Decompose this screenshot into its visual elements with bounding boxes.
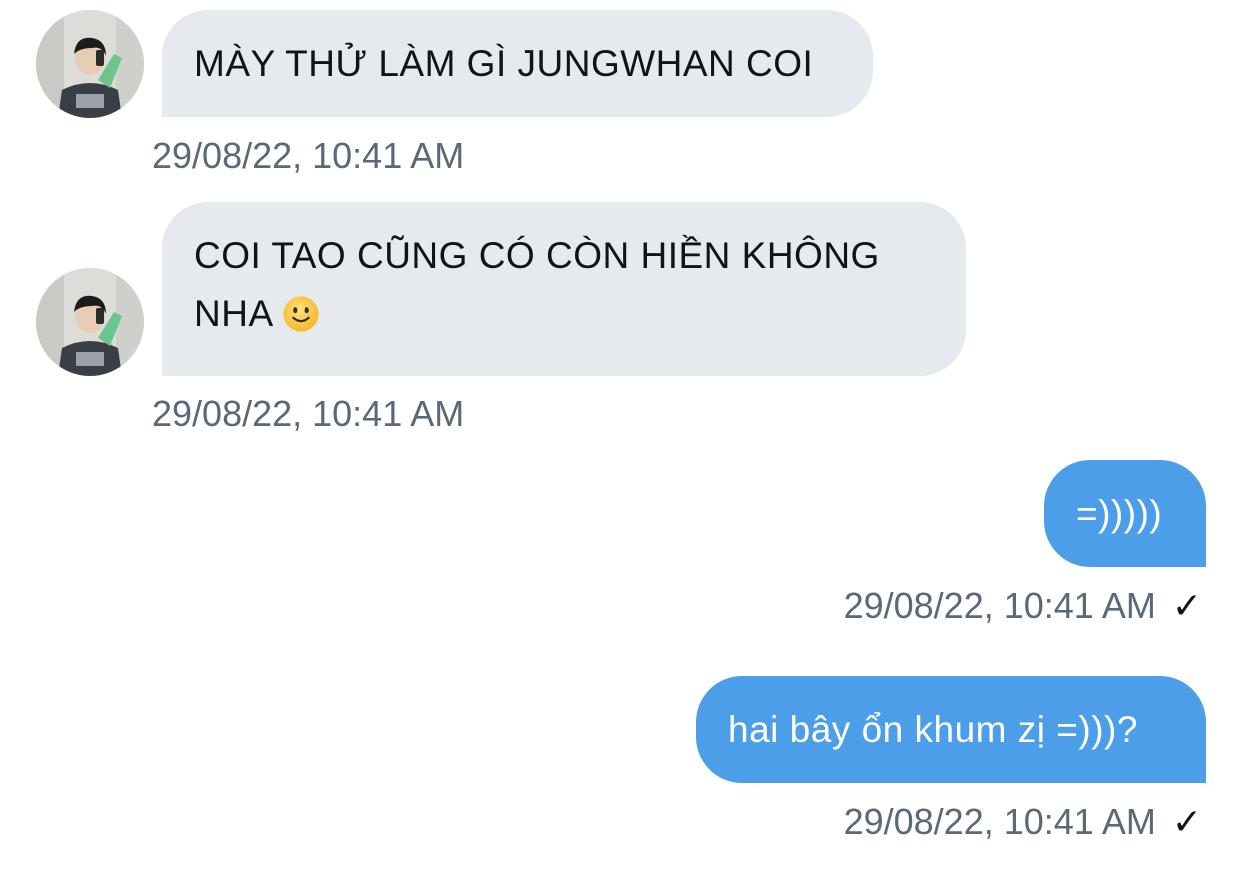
message-timestamp: 29/08/22, 10:41 AM <box>152 393 465 434</box>
message-text: hai bây ổn khum zị =)))? <box>728 709 1138 750</box>
outgoing-message-bubble[interactable]: hai bây ổn khum zị =)))? <box>696 676 1206 783</box>
slightly-smiling-face-icon <box>283 296 319 332</box>
message-timestamp: 29/08/22, 10:41 AM <box>843 801 1156 842</box>
message-timestamp: 29/08/22, 10:41 AM <box>152 135 465 176</box>
message-timestamp: 29/08/22, 10:41 AM <box>843 585 1156 626</box>
message-text: MÀY THỬ LÀM GÌ JUNGWHAN COI <box>194 43 814 84</box>
sender-avatar[interactable] <box>36 10 144 118</box>
message-timestamp-row: 29/08/22, 10:41 AM ✓ <box>844 586 1202 626</box>
incoming-message-bubble[interactable]: COI TAO CŨNG CÓ CÒN HIỀN KHÔNG NHA <box>162 202 966 376</box>
message-timestamp-row: 29/08/22, 10:41 AM ✓ <box>844 802 1202 842</box>
sender-avatar[interactable] <box>36 268 144 376</box>
read-check-icon: ✓ <box>1171 585 1202 626</box>
read-check-icon: ✓ <box>1171 801 1202 842</box>
message-text: =))))) <box>1076 493 1163 534</box>
outgoing-message-bubble[interactable]: =))))) <box>1044 460 1206 567</box>
incoming-message-bubble[interactable]: MÀY THỬ LÀM GÌ JUNGWHAN COI <box>162 10 873 117</box>
